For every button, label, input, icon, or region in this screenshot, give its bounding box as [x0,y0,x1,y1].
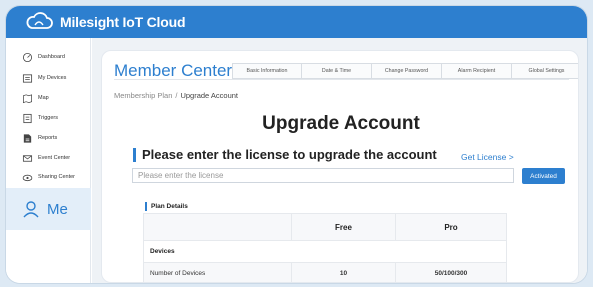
license-heading-text: Please enter the license to upgrade the … [142,147,437,162]
sidebar-item-map[interactable]: Map [22,91,49,105]
dashboard-icon [22,52,33,62]
heading-accent-bar [145,202,147,211]
sidebar-item-reports[interactable]: Reports [22,131,57,145]
column-header-pro: Pro [395,213,507,241]
sidebar-item-label: Event Center [38,155,71,161]
sidebar-item-event-center[interactable]: Event Center [22,151,70,165]
map-icon [23,93,32,103]
page-title: Upgrade Account [262,113,420,134]
app-window: Milesight IoT Cloud Dashboard My Devices… [6,6,587,283]
breadcrumb-separator: / [175,91,178,100]
table-header-row: Free Pro [143,213,507,241]
breadcrumb-current: Upgrade Account [180,91,238,100]
column-header-blank [143,213,292,241]
sidebar-item-me[interactable]: Me [6,188,91,230]
get-license-link[interactable]: Get License > [461,152,514,162]
sidebar-item-dashboard[interactable]: Dashboard [22,50,65,64]
sidebar-item-label: Triggers [38,115,58,121]
divider [114,79,569,80]
breadcrumb-membership-plan[interactable]: Membership Plan [114,91,172,100]
sidebar: Dashboard My Devices Map Triggers Report… [6,38,91,283]
table-group-row: Devices [143,240,507,263]
tab-alarm-recipient[interactable]: Alarm Recipient [442,63,512,79]
tab-date-time[interactable]: Date & Time [302,63,372,79]
column-header-free: Free [291,213,396,241]
heading-accent-bar [133,147,136,162]
main-content: Member Center Basic Information Date & T… [92,38,587,283]
row-name: Number of Devices [143,262,292,282]
reports-icon [23,133,32,143]
sidebar-item-triggers[interactable]: Triggers [22,111,58,125]
sidebar-item-label: Reports [38,135,58,141]
user-icon [23,201,39,218]
plan-details-heading: Plan Details [145,202,188,211]
member-center-title: Member Center [114,61,233,80]
row-pro-value: 50/100/300 [395,262,507,282]
tab-global-settings[interactable]: Global Settings [512,63,578,79]
cloud-logo-icon [26,12,53,29]
license-heading: Please enter the license to upgrade the … [133,147,437,162]
sidebar-item-label: Me [47,200,68,218]
app-title: Milesight IoT Cloud [60,14,186,30]
event-center-icon [22,154,33,162]
member-center-tabs: Basic Information Date & Time Change Pas… [232,63,578,79]
tab-basic-information[interactable]: Basic Information [232,63,302,79]
license-input[interactable] [132,168,514,183]
sidebar-item-my-devices[interactable]: My Devices [22,71,66,85]
triggers-icon [23,113,32,123]
breadcrumb: Membership Plan / Upgrade Account [114,91,238,100]
table-row: Number of Devices 10 50/100/300 [143,262,507,282]
group-label-devices: Devices [143,240,507,263]
devices-icon [22,73,33,83]
top-bar: Milesight IoT Cloud [6,6,587,38]
sharing-center-icon [22,174,33,181]
sidebar-item-label: Map [38,95,49,101]
plan-table: Free Pro Devices Number of Devices 10 50… [143,213,507,282]
sidebar-item-sharing-center[interactable]: Sharing Center [22,170,75,184]
row-free-value: 10 [291,262,396,282]
plan-details-heading-text: Plan Details [151,203,188,210]
sidebar-item-label: My Devices [38,75,67,81]
member-center-card: Member Center Basic Information Date & T… [101,50,579,283]
tab-change-password[interactable]: Change Password [372,63,442,79]
sidebar-item-label: Sharing Center [38,174,75,180]
activated-button[interactable]: Activated [522,168,565,184]
sidebar-item-label: Dashboard [38,54,65,60]
